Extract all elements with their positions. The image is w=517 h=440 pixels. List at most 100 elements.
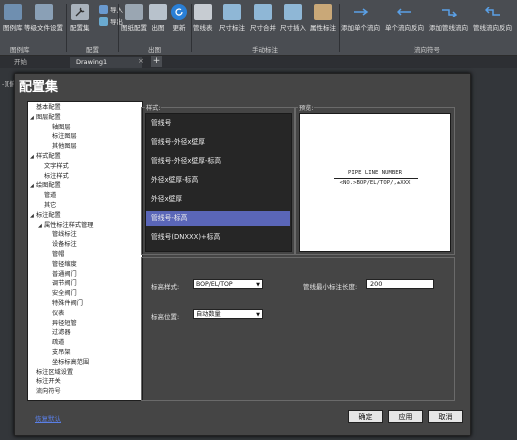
tree-item[interactable]: 异径短管: [46, 320, 77, 328]
config-set-dialog: 配置集 基本配置 ◢ 图层配置 轴图层 标注图层 其他图层 ◢ 样式配置 文字样式 标注样式 ◢ 绘图…: [14, 73, 471, 436]
tree-item-label: 支吊架: [52, 349, 71, 356]
reverse-single-flow-button[interactable]: 单个流向反向: [385, 4, 424, 32]
elevation-position-select[interactable]: 自动数量 ▼: [193, 309, 263, 319]
pipe-flow-icon: [440, 4, 458, 20]
arrow-right-icon: [352, 4, 370, 20]
tree-item-label: 特殊件阀门: [52, 300, 83, 307]
tree-item[interactable]: 调节阀门: [46, 280, 77, 288]
tab-start[interactable]: 开始: [8, 57, 33, 68]
style-list-item[interactable]: 管线号-标高: [146, 211, 290, 226]
tree-item[interactable]: 流向符号: [30, 388, 61, 396]
preview-line-number: PIPE LINE NUMBER: [348, 170, 402, 176]
import-button[interactable]: 导入: [99, 4, 123, 14]
config-tree[interactable]: 基本配置 ◢ 图层配置轴图层 标注图层其他图层 ◢ 样式配置文字样式 标注样式 ◢ 绘图配置管道…: [27, 101, 143, 401]
style-legend: 样式:: [145, 103, 162, 112]
tree-item-label: 仪表: [52, 309, 65, 317]
tree-item[interactable]: 标注区域设置: [30, 369, 73, 377]
elevation-style-select[interactable]: BOP/EL/TOP ▼: [193, 279, 263, 289]
tree-item-label: 标注区域设置: [36, 368, 74, 376]
export-icon: [99, 16, 108, 26]
tree-item[interactable]: 管线标注: [46, 231, 77, 239]
tree-item[interactable]: 轴图层: [46, 124, 71, 132]
tree-item[interactable]: 特殊件阀门: [46, 300, 83, 308]
elevation-position-label: 标高位置:: [151, 313, 180, 321]
tree-item-label: 异径短管: [52, 319, 77, 327]
tree-item[interactable]: 其它: [38, 202, 56, 210]
add-pipe-flow-button[interactable]: 添加管线流向: [429, 4, 468, 32]
tree-item-label: 标注图层: [52, 133, 77, 141]
tree-item[interactable]: 坐标标高范围: [46, 359, 89, 367]
attr-annotate-button[interactable]: 属性标注: [310, 4, 336, 32]
close-tab-icon[interactable]: ×: [138, 57, 144, 65]
tree-item-label: 流向符号: [36, 388, 61, 396]
reverse-pipe-flow-button[interactable]: 管线流向反向: [473, 4, 512, 32]
tree-item[interactable]: 疏道: [46, 339, 64, 347]
tree-item[interactable]: ◢ 样式配置: [30, 153, 61, 161]
grade-file-settings-button[interactable]: 等级文件设置: [24, 4, 63, 32]
export-button[interactable]: 导出: [99, 16, 123, 26]
style-list-item[interactable]: 外径x壁厚-标高: [146, 173, 290, 188]
tree-item[interactable]: 管道: [38, 192, 56, 200]
tree-item-label: 标注样式: [44, 172, 69, 180]
tree-item[interactable]: 标注图层: [46, 133, 77, 141]
plot-icon: [149, 4, 167, 20]
min-length-input[interactable]: 200: [366, 279, 434, 289]
pipe-table-button[interactable]: 管线表: [193, 4, 213, 32]
add-single-flow-button[interactable]: 添加单个流向: [341, 4, 380, 32]
dim-merge-button[interactable]: 尺寸合并: [250, 4, 276, 32]
tree-item-label: 标注开关: [36, 378, 61, 386]
tree-item[interactable]: 标注样式: [38, 173, 69, 181]
drawing-config-button[interactable]: 图纸配置: [121, 4, 147, 32]
preview-divider: [334, 178, 418, 179]
tree-item-label: 绘图配置: [36, 182, 61, 190]
tree-item[interactable]: 基本配置: [30, 104, 61, 112]
style-list-item[interactable]: 管线号-外径x壁厚-标高: [146, 154, 290, 169]
config-set-button[interactable]: 配置集: [70, 4, 90, 32]
tree-item-label: 属性标注样式管理: [44, 221, 94, 229]
new-tab-icon[interactable]: +: [151, 56, 162, 67]
cancel-button[interactable]: 取消: [428, 410, 463, 423]
plot-button[interactable]: 出图: [149, 4, 167, 32]
dim-annotate-button[interactable]: 尺寸标注: [219, 4, 245, 32]
tree-item[interactable]: 安全阀门: [46, 290, 77, 298]
group-label-legend: 图例库: [10, 46, 30, 54]
ok-button[interactable]: 确定: [348, 410, 383, 423]
group-separator: [191, 4, 192, 52]
tree-item[interactable]: ◢ 标注配置: [30, 212, 61, 220]
legend-library-button[interactable]: 图例库: [3, 4, 23, 32]
tree-item-label: 调节阀门: [52, 280, 77, 288]
dim-insert-button[interactable]: 尺寸插入: [280, 4, 306, 32]
tree-item[interactable]: ◢ 图层配置: [30, 114, 61, 122]
tab-drawing1[interactable]: Drawing1: [70, 57, 142, 68]
style-list-item[interactable]: 管线号-外径x壁厚: [146, 135, 290, 150]
tree-item[interactable]: 支吊架: [46, 349, 71, 357]
tree-item[interactable]: 管径缩度: [46, 261, 77, 269]
merge-icon: [254, 4, 272, 20]
update-button[interactable]: 更新: [171, 4, 187, 32]
elevation-style-label: 标高样式:: [151, 283, 180, 291]
tree-item[interactable]: 文字样式: [38, 163, 69, 171]
refresh-icon: [171, 4, 187, 20]
tree-item[interactable]: 普通阀门: [46, 271, 77, 279]
tree-item[interactable]: 设备标注: [46, 241, 77, 249]
group-separator: [339, 4, 340, 52]
tree-item[interactable]: ◢ 属性标注样式管理: [38, 222, 94, 230]
tree-item-label: 设备标注: [52, 241, 77, 249]
tree-item[interactable]: 管帽: [46, 251, 64, 259]
tree-item[interactable]: 过滤器: [46, 329, 71, 337]
tree-item[interactable]: 其他图层: [46, 143, 77, 151]
tree-item-label: 基本配置: [36, 104, 61, 111]
style-list[interactable]: 管线号管线号-外径x壁厚 管线号-外径x壁厚-标高 外径x壁厚-标高 外径x壁厚管线号…: [145, 113, 292, 252]
style-list-item[interactable]: 管线号(DNXXX)+标高: [146, 230, 290, 245]
apply-button[interactable]: 应用: [388, 410, 423, 423]
restore-defaults-link[interactable]: 恢复默认: [35, 413, 61, 423]
tree-item[interactable]: ◢ 绘图配置: [30, 182, 61, 190]
tree-item[interactable]: 标注开关: [30, 378, 61, 386]
tree-item[interactable]: 仪表: [46, 310, 64, 318]
style-list-item[interactable]: 外径x壁厚: [146, 192, 290, 207]
wrench-icon: [70, 4, 89, 20]
attribute-icon: [314, 4, 332, 20]
preview-legend: 预览:: [298, 103, 315, 112]
style-list-item[interactable]: 管线号: [146, 116, 290, 131]
tree-item-label: 普通阀门: [52, 270, 77, 278]
